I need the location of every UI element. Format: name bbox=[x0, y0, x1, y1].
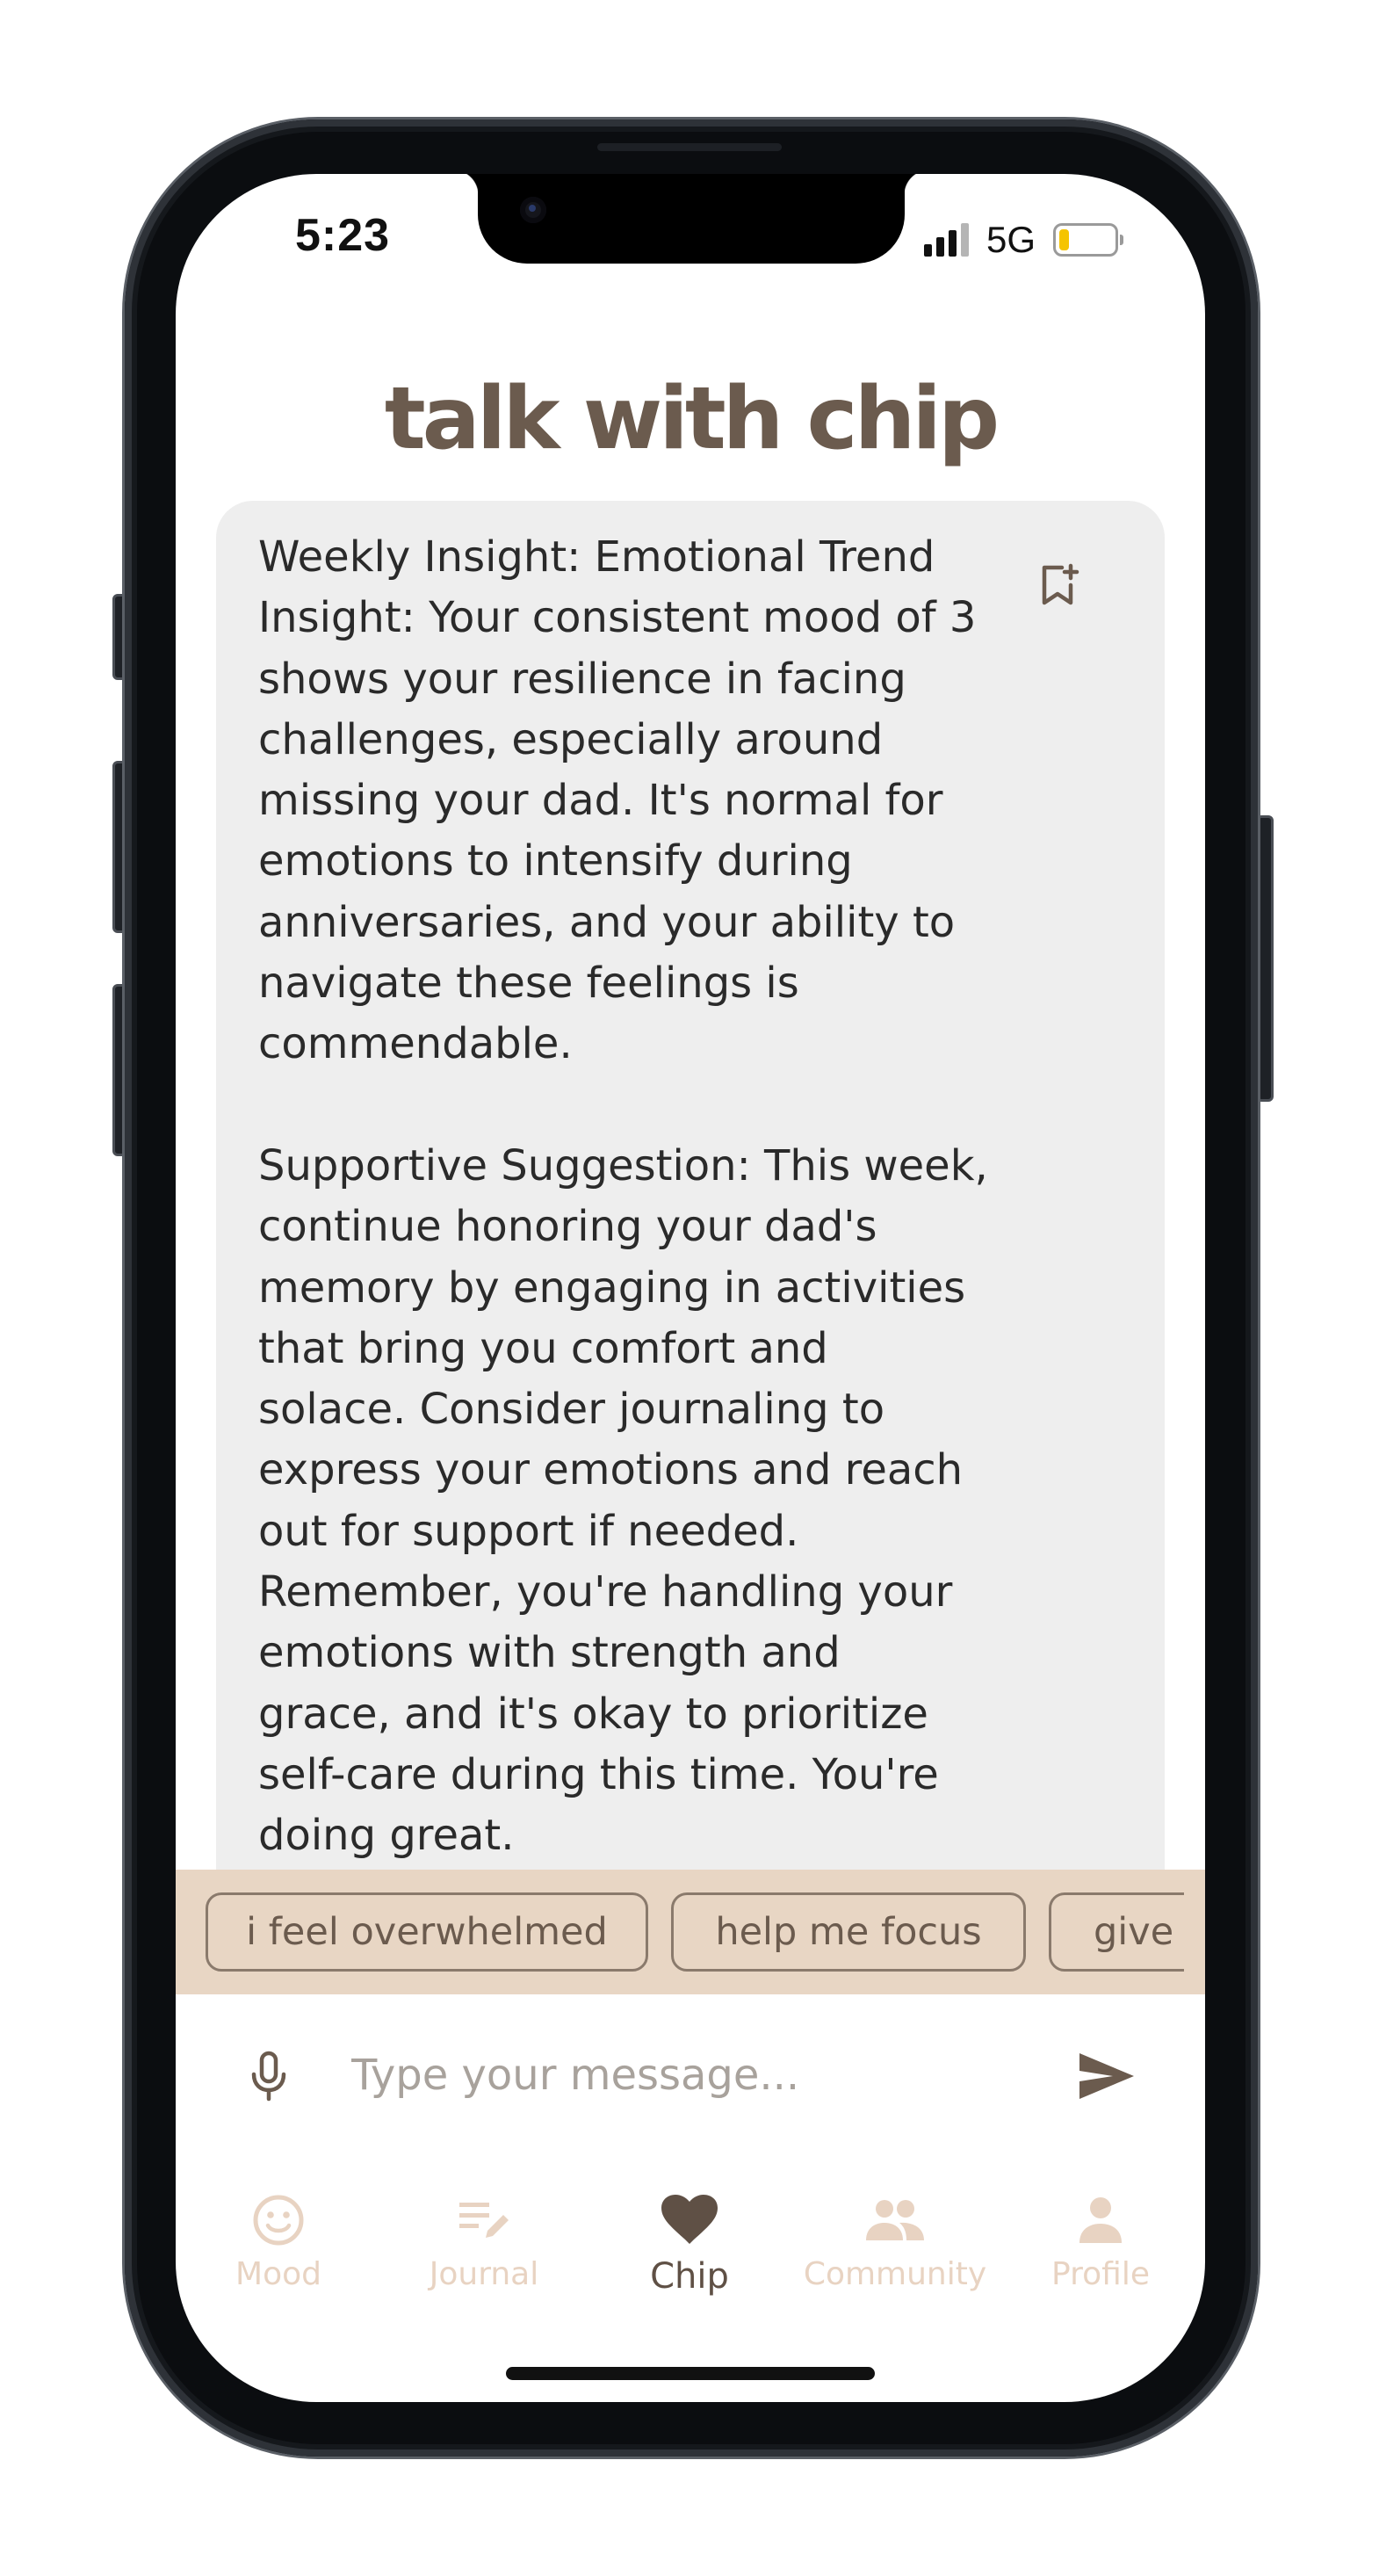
nav-label: Chip bbox=[650, 2256, 729, 2297]
nav-item-profile[interactable]: Profile bbox=[998, 2186, 1203, 2318]
suggestions-scroll[interactable]: i feel overwhelmed help me focus give bbox=[176, 1870, 1184, 1994]
suggestions-bar: i feel overwhelmed help me focus give bbox=[176, 1870, 1205, 1994]
people-icon bbox=[866, 2200, 924, 2240]
send-icon bbox=[1079, 2053, 1134, 2099]
message-text: Weekly Insight: Emotional Trend Insight:… bbox=[258, 532, 988, 1861]
nav-label: Journal bbox=[429, 2256, 539, 2292]
device-mockup: 5:23 5G talk with chip Weekly Insight: E… bbox=[0, 0, 1379, 2576]
suggestion-chip-focus[interactable]: help me focus bbox=[671, 1892, 1026, 1972]
status-time: 5:23 bbox=[295, 210, 391, 261]
message-input[interactable] bbox=[351, 2040, 878, 2110]
suggestion-label: give bbox=[1094, 1910, 1174, 1954]
cellular-signal-icon bbox=[924, 223, 969, 257]
suggestion-chip-overwhelmed[interactable]: i feel overwhelmed bbox=[206, 1892, 648, 1972]
status-indicators: 5G bbox=[924, 218, 1124, 262]
nav-item-mood[interactable]: Mood bbox=[176, 2186, 381, 2318]
bottom-nav: Mood Journal Chip Community Profile bbox=[176, 2186, 1205, 2318]
nav-label: Profile bbox=[1051, 2256, 1150, 2292]
suggestion-label: i feel overwhelmed bbox=[246, 1910, 608, 1954]
nav-label: Community bbox=[803, 2256, 987, 2292]
suggestion-chip-give[interactable]: give bbox=[1049, 1892, 1184, 1972]
journal-edit-icon bbox=[459, 2203, 509, 2238]
send-button[interactable] bbox=[1075, 2045, 1138, 2107]
chip-message-bubble: Weekly Insight: Emotional Trend Insight:… bbox=[216, 501, 1165, 1907]
notch bbox=[453, 174, 929, 264]
battery-level bbox=[1059, 229, 1070, 250]
nav-item-journal[interactable]: Journal bbox=[381, 2186, 587, 2318]
microphone-icon bbox=[251, 2051, 286, 2102]
suggestion-label: help me focus bbox=[715, 1910, 982, 1954]
power-button bbox=[1256, 815, 1274, 1102]
app-screen: 5:23 5G talk with chip Weekly Insight: E… bbox=[176, 174, 1205, 2402]
home-indicator[interactable] bbox=[506, 2367, 875, 2380]
bookmark-add-icon bbox=[1042, 563, 1079, 605]
bookmark-add-button[interactable] bbox=[1033, 557, 1086, 613]
battery-icon bbox=[1053, 223, 1124, 257]
smiley-icon bbox=[253, 2195, 304, 2246]
nav-label: Mood bbox=[235, 2256, 321, 2292]
earpiece-speaker bbox=[597, 143, 782, 151]
nav-item-chip[interactable]: Chip bbox=[587, 2186, 792, 2318]
nav-item-community[interactable]: Community bbox=[792, 2186, 998, 2318]
front-camera bbox=[520, 197, 546, 223]
person-icon bbox=[1079, 2197, 1122, 2243]
network-type: 5G bbox=[986, 219, 1036, 260]
microphone-button[interactable] bbox=[242, 2045, 295, 2107]
page-title: talk with chip bbox=[384, 369, 1000, 469]
heart-icon bbox=[661, 2195, 718, 2244]
